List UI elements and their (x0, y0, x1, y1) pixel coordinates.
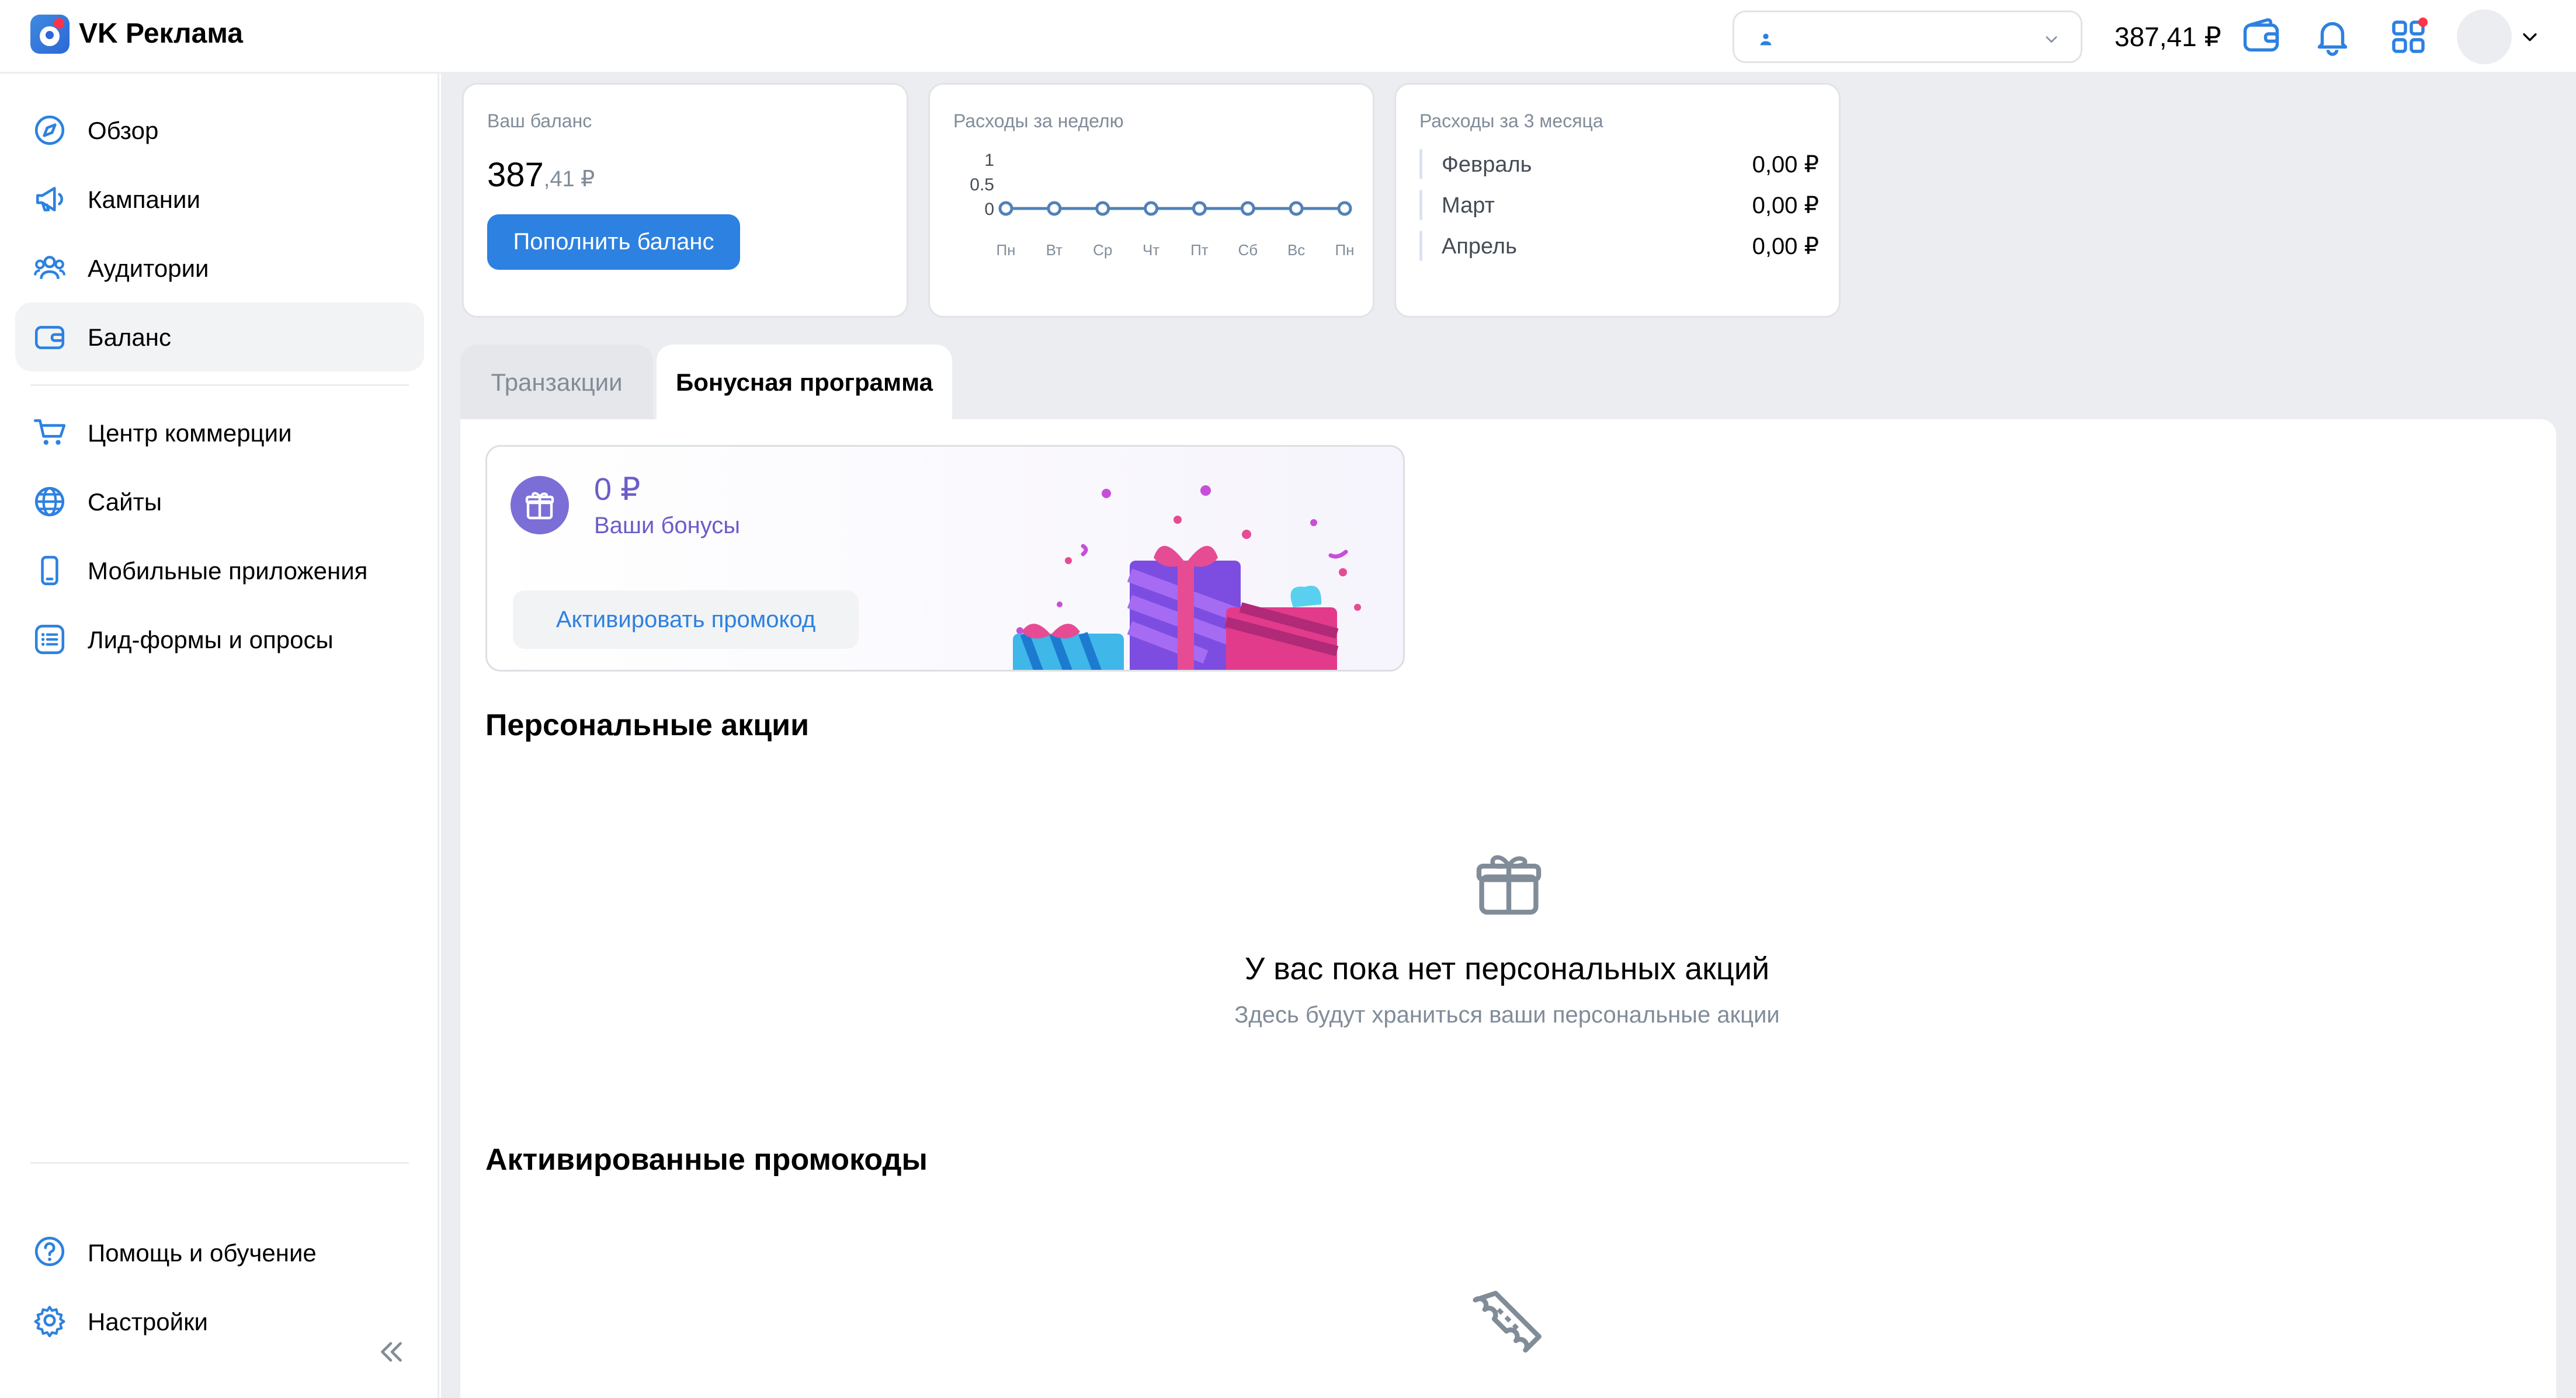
vk-ads-logo-icon[interactable] (30, 15, 70, 54)
data-point[interactable] (1192, 201, 1207, 216)
sidebar-item-lead-forms[interactable]: Лид-формы и опросы (15, 605, 424, 674)
gift-badge-icon (511, 476, 569, 534)
y-tick-label: 1 (984, 151, 994, 170)
sidebar-item-label: Помощь и обучение (88, 1239, 317, 1267)
x-tick-label: Чт (1143, 241, 1159, 259)
x-tick-label: Сб (1238, 241, 1258, 259)
month-value: 0,00 ₽ (1752, 193, 1819, 218)
sidebar-item-audiences[interactable]: Аудитории (15, 234, 424, 302)
weekly-expenses-card: Расходы за неделю 1 0.5 0 Пн Вт Ср Чт Пт Сб Вс Пн (928, 83, 1374, 318)
data-point[interactable] (1095, 201, 1110, 216)
user-icon (1760, 33, 1772, 46)
cart-icon (33, 419, 66, 445)
sidebar-item-label: Баланс (88, 324, 171, 351)
sidebar-item-settings[interactable]: Настройки (15, 1306, 424, 1384)
sidebar-item-label: Сайты (88, 488, 162, 516)
sidebar-item-label: Лид-формы и опросы (88, 626, 334, 653)
sidebar-item-label: Мобильные приложения (88, 557, 368, 585)
tab-bonus-program[interactable]: Бонусная программа (657, 345, 952, 420)
activated-promocodes-title: Активированные промокоды (485, 1143, 928, 1177)
sidebar-item-label: Центр коммерции (88, 419, 292, 447)
data-point[interactable] (1047, 201, 1062, 216)
month-value: 0,00 ₽ (1752, 152, 1819, 178)
quarter-caption: Расходы за 3 месяца (1419, 110, 1603, 131)
y-tick-label: 0 (984, 200, 994, 219)
month-label: Февраль (1442, 152, 1532, 177)
month-row: Апрель 0,00 ₽ (1419, 229, 1819, 262)
weekly-expenses-chart: 1 0.5 0 Пн Вт Ср Чт Пт Сб Вс Пн (970, 151, 1354, 259)
gifts-illustration (1013, 485, 1361, 670)
list-icon (34, 624, 65, 655)
data-point[interactable] (1337, 201, 1352, 216)
tab-transactions[interactable]: Транзакции (460, 345, 653, 420)
sidebar-item-label: Кампании (88, 186, 200, 213)
bell-icon[interactable] (2312, 16, 2353, 57)
balance-amount: 387,41 ₽ (487, 156, 595, 194)
globe-icon (34, 486, 65, 517)
wallet-icon (34, 326, 65, 349)
x-tick-label: Вт (1046, 241, 1063, 259)
megaphone-icon (36, 187, 63, 211)
ticket-icon (1473, 1291, 1542, 1353)
top-bar: VK Реклама 387,41 ₽ (0, 0, 2576, 74)
wallet-icon[interactable] (2241, 16, 2282, 57)
account-select[interactable] (1733, 11, 2082, 63)
sidebar-item-commerce[interactable]: Центр коммерции (15, 398, 424, 467)
data-point[interactable] (1144, 201, 1159, 216)
empty-state-subtitle: Здесь будут храниться ваши персональные … (1234, 1002, 1780, 1028)
users-icon (34, 256, 65, 279)
apps-grid-icon[interactable] (2388, 16, 2429, 57)
sidebar-item-sites[interactable]: Сайты (15, 467, 424, 536)
x-tick-label: Вс (1287, 241, 1305, 259)
sidebar-item-campaigns[interactable]: Кампании (15, 165, 424, 234)
topup-balance-button[interactable]: Пополнить баланс (487, 214, 740, 270)
app-title[interactable]: VK Реклама (79, 16, 243, 51)
balance-card: Ваш баланс 387,41 ₽ Пополнить баланс (462, 83, 908, 318)
month-label: Апрель (1442, 234, 1517, 259)
smartphone-icon (41, 555, 58, 586)
bonus-amount: 0 ₽ (594, 472, 641, 507)
y-tick-label: 0.5 (970, 175, 994, 194)
sidebar-item-overview[interactable]: Обзор (15, 96, 424, 165)
x-tick-label: Пн (1335, 241, 1354, 259)
sidebar-divider (30, 384, 409, 386)
data-point[interactable] (1240, 201, 1255, 216)
data-point[interactable] (998, 201, 1013, 216)
x-tick-label: Пн (996, 241, 1015, 259)
header-balance[interactable]: 387,41 ₽ (2115, 20, 2221, 54)
sidebar-item-label: Обзор (88, 117, 159, 144)
personal-promotions-title: Персональные акции (485, 708, 810, 742)
activate-promocode-button[interactable]: Активировать промокод (513, 590, 859, 649)
collapse-sidebar-icon[interactable] (374, 1335, 408, 1369)
bonus-card: 0 ₽ Ваши бонусы Активировать промокод (485, 445, 1405, 672)
quarter-expenses-card: Расходы за 3 месяца Февраль 0,00 ₽ Март … (1394, 83, 1841, 318)
gift-icon (1476, 855, 1542, 915)
balance-caption: Ваш баланс (487, 110, 592, 131)
bonus-label: Ваши бонусы (594, 513, 741, 538)
month-value: 0,00 ₽ (1752, 234, 1819, 259)
sidebar-item-label: Аудитории (88, 255, 209, 282)
sidebar-item-balance[interactable]: Баланс (15, 302, 424, 371)
chevron-down-icon (2046, 36, 2057, 43)
x-tick-label: Пт (1190, 241, 1209, 259)
chevron-down-icon[interactable] (2520, 27, 2540, 47)
x-tick-label: Ср (1093, 241, 1112, 259)
month-label: Март (1442, 193, 1495, 218)
sidebar-divider (30, 1162, 409, 1164)
sidebar-item-label: Настройки (88, 1308, 208, 1336)
data-point[interactable] (1289, 201, 1304, 216)
compass-icon (34, 115, 65, 145)
sidebar-item-help[interactable]: Помощь и обучение (15, 1236, 424, 1315)
month-row: Март 0,00 ₽ (1419, 189, 1819, 221)
empty-state-title: У вас пока нет персональных акций (1244, 951, 1770, 986)
month-row: Февраль 0,00 ₽ (1419, 148, 1819, 180)
avatar[interactable] (2457, 9, 2512, 64)
help-icon (34, 1236, 65, 1267)
weekly-caption: Расходы за неделю (953, 110, 1124, 131)
sidebar-item-mobile-apps[interactable]: Мобильные приложения (15, 536, 424, 605)
gear-icon (34, 1306, 65, 1337)
